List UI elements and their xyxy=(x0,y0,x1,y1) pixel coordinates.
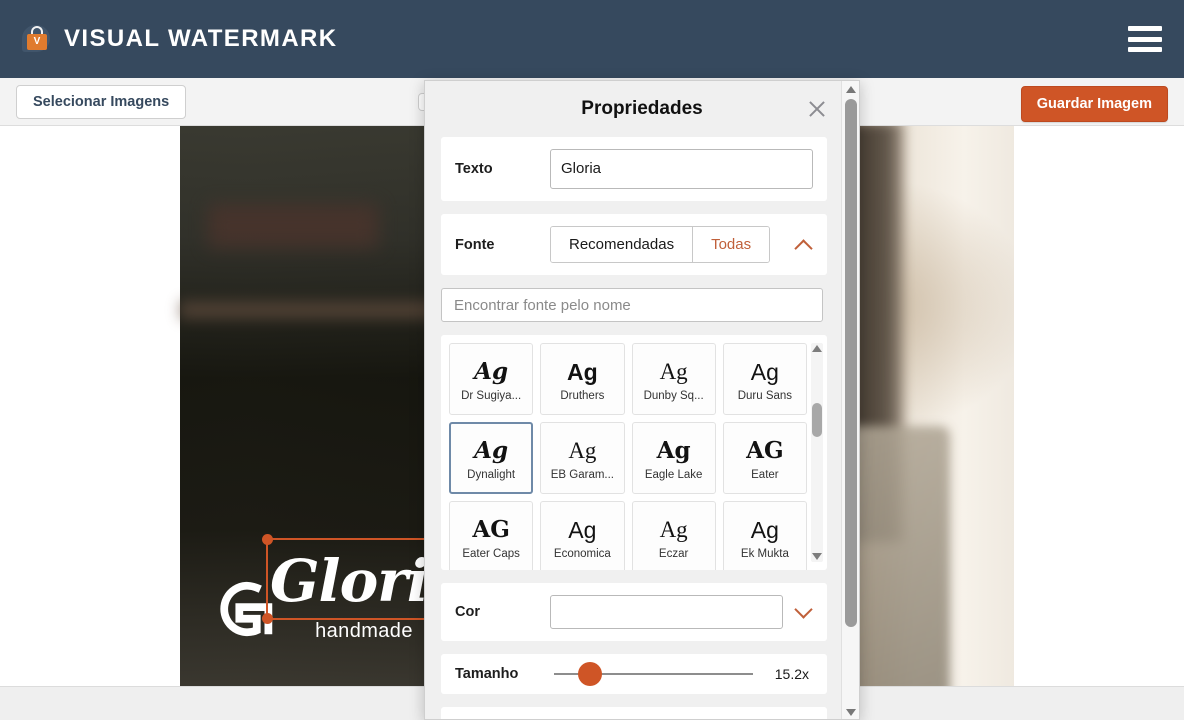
size-row: Tamanho 15.2x xyxy=(441,654,827,694)
text-row: Texto xyxy=(441,137,827,201)
hamburger-bar xyxy=(1128,36,1162,42)
font-grid-scrollbar[interactable] xyxy=(811,343,823,562)
font-sample: AG xyxy=(746,436,784,464)
color-row: Cor xyxy=(441,583,827,641)
hamburger-icon[interactable] xyxy=(1128,26,1162,52)
font-name: Eater xyxy=(751,468,779,481)
panel-scroll-down-icon[interactable] xyxy=(846,709,856,716)
watermark-text-input[interactable] xyxy=(550,149,813,189)
brand-title: VISUAL WATERMARK xyxy=(64,25,338,52)
logo-letter: V xyxy=(33,36,41,47)
font-tile-druthers[interactable]: Ag Druthers xyxy=(540,343,625,415)
font-tile-eater[interactable]: AG Eater xyxy=(722,422,807,494)
properties-panel: Propriedades Texto Fonte Recomendadas To… xyxy=(424,80,860,720)
size-slider-track[interactable] xyxy=(554,662,753,686)
lock-icon: V xyxy=(22,23,52,55)
select-images-button[interactable]: Selecionar Imagens xyxy=(16,84,187,119)
font-grid: Ag Dr Sugiya... Ag Druthers Ag Dunby Sq... Ag D… xyxy=(449,343,807,570)
font-tile-eb-garam[interactable]: Ag EB Garam... xyxy=(540,422,625,494)
panel-scrollbar[interactable] xyxy=(841,81,859,719)
photo-layer-shelf xyxy=(208,204,378,248)
size-slider[interactable]: 15.2x xyxy=(550,662,813,686)
app-header: V VISUAL WATERMARK xyxy=(0,0,1184,78)
chevron-up-icon[interactable] xyxy=(795,236,813,254)
lock-body-shape: V xyxy=(27,34,47,50)
font-name: Dunby Sq... xyxy=(643,389,704,402)
font-name: Economica xyxy=(553,547,611,560)
font-tile-economica[interactable]: Ag Economica xyxy=(540,501,625,570)
brand: V VISUAL WATERMARK xyxy=(22,23,338,55)
font-row: Fonte Recomendadas Todas xyxy=(441,214,827,275)
font-name: Eczar xyxy=(658,547,689,560)
size-row-label: Tamanho xyxy=(455,666,519,682)
font-sample: Ag xyxy=(568,516,597,543)
font-sample: Ag xyxy=(750,516,779,543)
font-tile-eczar[interactable]: Ag Eczar xyxy=(631,501,716,570)
font-tile-eater-caps[interactable]: AG Eater Caps xyxy=(449,501,534,570)
font-sample: Ag xyxy=(567,358,598,385)
panel-title: Propriedades xyxy=(581,98,703,119)
save-image-button[interactable]: Guardar Imagem xyxy=(1020,86,1168,122)
font-row-label: Fonte xyxy=(455,236,495,253)
font-sample: Ag xyxy=(656,436,691,464)
font-sample: Ag xyxy=(568,437,597,463)
panel-header: Propriedades xyxy=(425,81,859,137)
close-icon[interactable] xyxy=(805,97,829,121)
font-sample: AG xyxy=(472,515,510,543)
size-value: 15.2x xyxy=(774,666,809,682)
font-search-input[interactable] xyxy=(441,288,823,322)
font-sample: Ag xyxy=(474,357,509,385)
font-sample: Ag xyxy=(474,436,509,464)
font-name: Ek Mukta xyxy=(740,547,789,560)
tab-all-fonts[interactable]: Todas xyxy=(692,227,770,262)
panel-body: Texto Fonte Recomendadas Todas Ag Dr Sugi… xyxy=(425,137,843,719)
chevron-down-icon[interactable] xyxy=(795,603,813,621)
font-tile-eagle-lake[interactable]: Ag Eagle Lake xyxy=(631,422,716,494)
scroll-down-icon[interactable] xyxy=(812,553,822,560)
alignment-row-partial xyxy=(441,707,827,719)
tab-recommended-fonts[interactable]: Recomendadas xyxy=(551,227,693,262)
font-tile-ek-mukta[interactable]: Ag Ek Mukta xyxy=(722,501,807,570)
font-tile-duru-sans[interactable]: Ag Duru Sans xyxy=(722,343,807,415)
panel-scrollbar-thumb[interactable] xyxy=(845,99,857,627)
font-grid-container: Ag Dr Sugiya... Ag Druthers Ag Dunby Sq... Ag D… xyxy=(441,335,827,570)
panel-scroll-up-icon[interactable] xyxy=(846,86,856,93)
color-swatch[interactable] xyxy=(550,595,783,629)
text-row-label: Texto xyxy=(455,161,493,177)
font-tile-dr-sugiya[interactable]: Ag Dr Sugiya... xyxy=(449,343,534,415)
font-tile-dunby-sq[interactable]: Ag Dunby Sq... xyxy=(631,343,716,415)
font-name: Eagle Lake xyxy=(644,468,703,481)
app-root: V VISUAL WATERMARK Selecionar Imagens Gu… xyxy=(0,0,1184,720)
hamburger-bar xyxy=(1128,47,1162,52)
font-name: Dynalight xyxy=(467,468,516,481)
font-source-tabs: Recomendadas Todas xyxy=(550,226,771,263)
font-sample: Ag xyxy=(659,358,688,384)
font-grid-scrollbar-thumb[interactable] xyxy=(812,403,822,437)
size-slider-knob[interactable] xyxy=(577,662,602,686)
hamburger-bar xyxy=(1128,26,1162,31)
scroll-up-icon[interactable] xyxy=(812,345,822,352)
font-tile-dynalight[interactable]: Ag Dynalight xyxy=(449,422,534,494)
font-name: Eater Caps xyxy=(462,547,520,560)
font-sample: Ag xyxy=(659,516,688,542)
font-sample: Ag xyxy=(750,358,779,385)
font-name: EB Garam... xyxy=(550,468,615,481)
font-name: Druthers xyxy=(560,389,605,402)
font-name: Dr Sugiya... xyxy=(461,389,522,402)
font-name: Duru Sans xyxy=(737,389,793,402)
color-row-label: Cor xyxy=(455,604,480,620)
